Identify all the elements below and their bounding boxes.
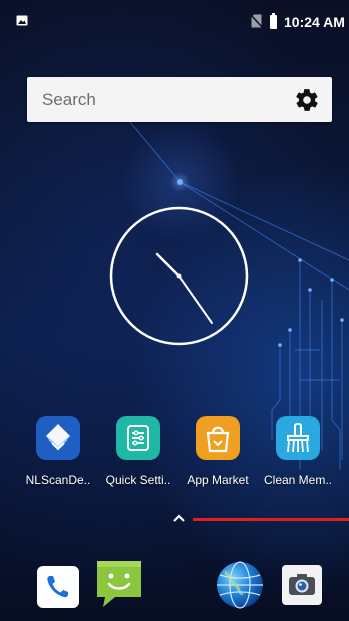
clock-minute-hand [178,275,213,324]
app-nlscan-demo[interactable]: NLScanDe.. [18,414,98,494]
app-market-icon [196,416,240,460]
clean-memory-icon [276,416,320,460]
app-clean-memory[interactable]: Clean Mem.. [258,414,338,494]
app-quick-settings[interactable]: Quick Setti.. [98,414,178,494]
battery-icon [270,13,277,29]
home-screen: 10:24 AM Search NLScanDe.. Quick Setti..… [0,0,349,621]
search-placeholder: Search [42,90,96,109]
sms-icon[interactable] [95,557,143,609]
clock-hour-hand [155,252,181,278]
annotation-line [193,518,349,521]
app-label: App Market [187,473,249,487]
quick-settings-icon [116,416,160,460]
status-bar: 10:24 AM [0,0,349,44]
browser-globe-icon[interactable] [215,560,265,610]
gear-icon[interactable] [294,87,320,113]
app-label: Quick Setti.. [105,473,171,487]
camera-icon[interactable] [282,565,322,605]
chevron-up-icon[interactable] [170,512,188,524]
app-label: NLScanDe.. [25,473,91,487]
nlscan-demo-icon [36,416,80,460]
gallery-notification-icon [16,15,28,26]
analog-clock-widget[interactable] [109,206,249,346]
app-app-market[interactable]: App Market [178,414,258,494]
no-sim-icon [251,14,262,28]
search-bar[interactable]: Search [27,77,332,122]
status-time: 10:24 AM [284,14,345,30]
phone-icon[interactable] [37,566,79,608]
app-label: Clean Mem.. [263,473,333,487]
